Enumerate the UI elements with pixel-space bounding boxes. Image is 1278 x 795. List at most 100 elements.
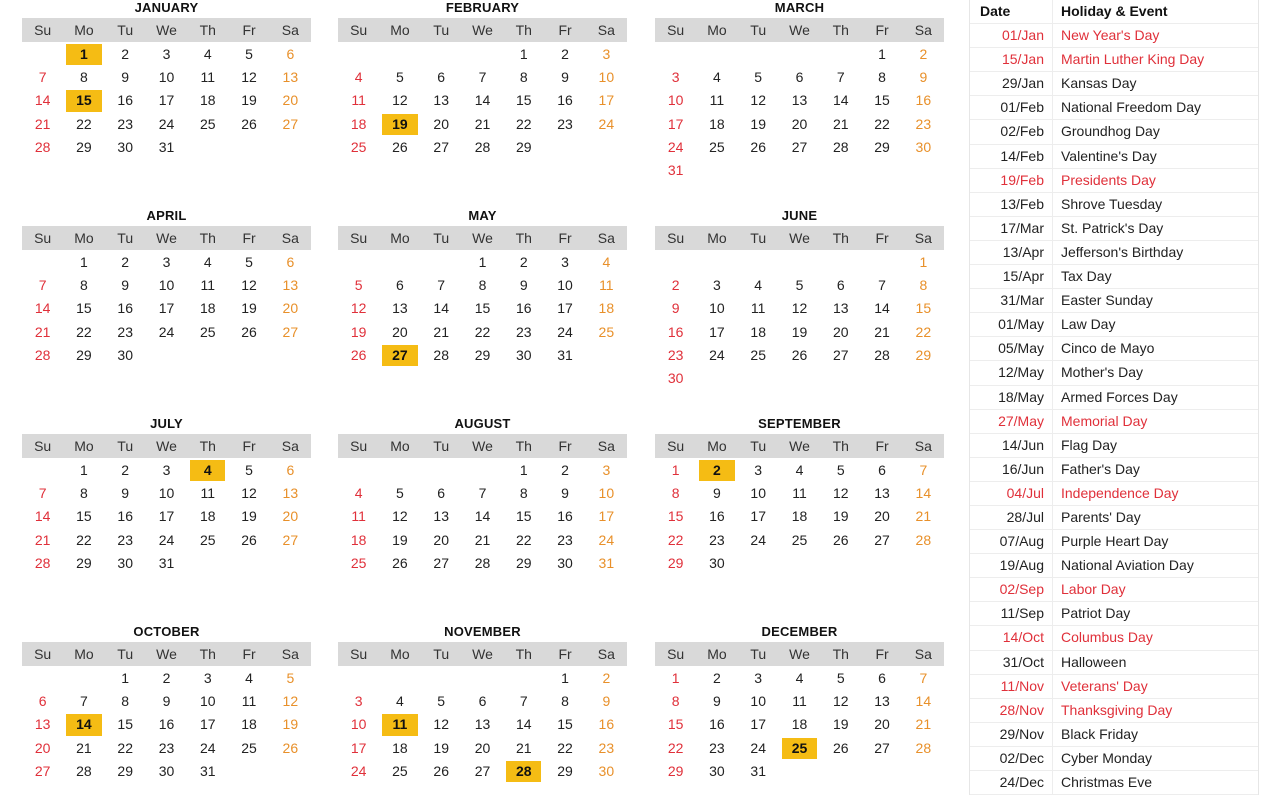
day-cell: 10 [709,300,725,317]
weekday-label: Fr [875,22,889,38]
day-cell: 4 [354,69,363,86]
table-row: 31/Oct Halloween [970,650,1258,675]
day-cell: 30 [117,138,133,155]
day-grid: 1 2 3 4 5 6 7 8 9 10 11 12 13 14 15 16 17 18 19 20 21 22 23 24 2… [655,459,944,575]
month-march: MARCH Su Mo Tu We Th Fr Sa 1 2 3 4 5 6 7 8 9 10 11 12 13 14 15… [655,0,944,182]
day-cell: 20 [282,300,299,317]
day-cell: 7 [919,670,928,686]
day-cell: 28 [832,138,849,155]
day-grid: 1 2 3 4 5 6 7 8 9 10 11 12 13 14 15 16 17 18 19 20 21 22 23 24 2… [338,251,627,367]
day-cell: 9 [602,693,611,710]
event-name: St. Patrick's Day [1061,219,1164,236]
day-cell: 12 [791,300,808,317]
empty-day-cell [861,251,902,274]
holiday-events-table: Date Holiday & Event 01/Jan New Year's Da… [969,0,1259,795]
day-cell: 23 [598,739,615,756]
day-cell: 28 [474,138,491,155]
month-february: FEBRUARY Su Mo Tu We Th Fr Sa 1 2 3 4 5 6 7 8 9 10 11 12 13 1… [338,0,627,159]
event-name: National Aviation Day [1061,557,1194,574]
day-cell: 9 [121,277,130,294]
day-cell: 22 [557,739,573,756]
day-cell: 28 [433,346,449,363]
table-row: 01/Jan New Year's Day [970,24,1258,49]
day-cell: 29 [557,762,573,779]
day-cell: 10 [750,485,766,502]
table-row: 31/Mar Easter Sunday [970,289,1258,314]
day-cell: 25 [350,554,367,571]
table-row: 28/Jul Parents' Day [970,505,1258,531]
day-grid: 1 2 3 4 5 6 7 8 9 10 11 12 13 14 15 16 17 18 19 20 21 22 23 24 2… [338,459,627,575]
day-cell: 3 [713,277,721,294]
day-cell: 7 [38,485,47,502]
day-cell: 29 [515,554,532,571]
day-cell: 7 [80,693,88,710]
day-cell: 25 [392,762,408,779]
day-cell: 3 [602,462,611,478]
weekday-label: Tu [117,438,134,454]
empty-day-cell [655,43,696,66]
day-cell: 5 [396,485,404,502]
event-name: Thanksgiving Day [1061,701,1173,718]
event-date: 24/Dec [970,771,1053,795]
holiday-day-cell: 11 [382,714,418,736]
day-cell: 25 [791,531,808,548]
day-cell: 7 [38,69,47,86]
day-cell: 30 [709,554,725,571]
empty-day-cell [462,667,503,690]
weekday-label: Th [199,230,216,246]
day-cell: 25 [199,531,216,548]
day-cell: 13 [832,300,849,317]
weekday-label: Mo [74,22,94,38]
day-cell: 18 [199,92,216,109]
table-row: 16/Jun Father's Day [970,457,1258,482]
day-cell: 13 [433,508,449,525]
day-cell: 29 [76,138,92,155]
day-cell: 11 [750,300,766,317]
day-cell: 15 [515,92,532,109]
weekday-label: Th [832,438,849,454]
event-name: Jefferson's Birthday [1061,243,1184,260]
day-cell: 2 [713,670,721,686]
event-name: Flag Day [1061,436,1118,453]
day-cell: 26 [282,739,299,756]
day-cell: 18 [598,300,615,317]
day-cell: 5 [354,277,363,294]
day-cell: 5 [245,462,253,478]
day-cell: 14 [433,300,449,317]
empty-day-cell [421,459,462,482]
day-cell: 15 [76,300,92,317]
table-row: 04/Jul Independence Day [970,481,1258,506]
weekday-label: Fr [875,438,889,454]
table-row: 19/Feb Presidents Day [970,168,1258,193]
day-cell: 2 [121,46,130,62]
day-grid: 1 2 3 4 5 6 7 8 9 10 11 12 13 14 15 16 17 18 19 20 21 22 23 24 2… [655,667,944,783]
table-header-row: Date Holiday & Event [970,0,1258,25]
weekday-label: Su [350,646,368,662]
event-date: 19/Aug [970,554,1053,578]
day-cell: 28 [915,531,932,548]
day-cell: 30 [515,346,532,363]
table-row: 27/May Memorial Day [970,409,1258,434]
day-cell: 27 [791,138,808,155]
table-row: 14/Feb Valentine's Day [970,144,1258,169]
day-cell: 17 [750,508,766,525]
day-cell: 25 [241,739,257,756]
event-name: Columbus Day [1061,629,1153,646]
weekday-label: Su [350,438,368,454]
day-cell: 24 [750,531,766,548]
weekday-header: Su Mo Tu We Th Fr Sa [22,18,311,42]
weekday-header: Su Mo Tu We Th Fr Sa [655,642,944,666]
weekday-label: Th [832,646,849,662]
weekday-label: Tu [117,230,134,246]
day-cell: 17 [557,300,573,317]
day-cell: 22 [117,739,133,756]
day-cell: 30 [158,762,175,779]
month-title: JULY [150,416,183,431]
day-grid: 1 2 3 4 5 6 7 8 9 10 11 12 13 14 15 16 17 18 19 20 21 22 23 24 2… [655,251,944,390]
day-cell: 4 [203,46,212,62]
day-cell: 30 [709,762,725,779]
event-date: 02/Feb [970,120,1053,144]
empty-day-cell [779,251,820,274]
day-cell: 22 [515,531,532,548]
day-cell: 18 [791,716,808,733]
